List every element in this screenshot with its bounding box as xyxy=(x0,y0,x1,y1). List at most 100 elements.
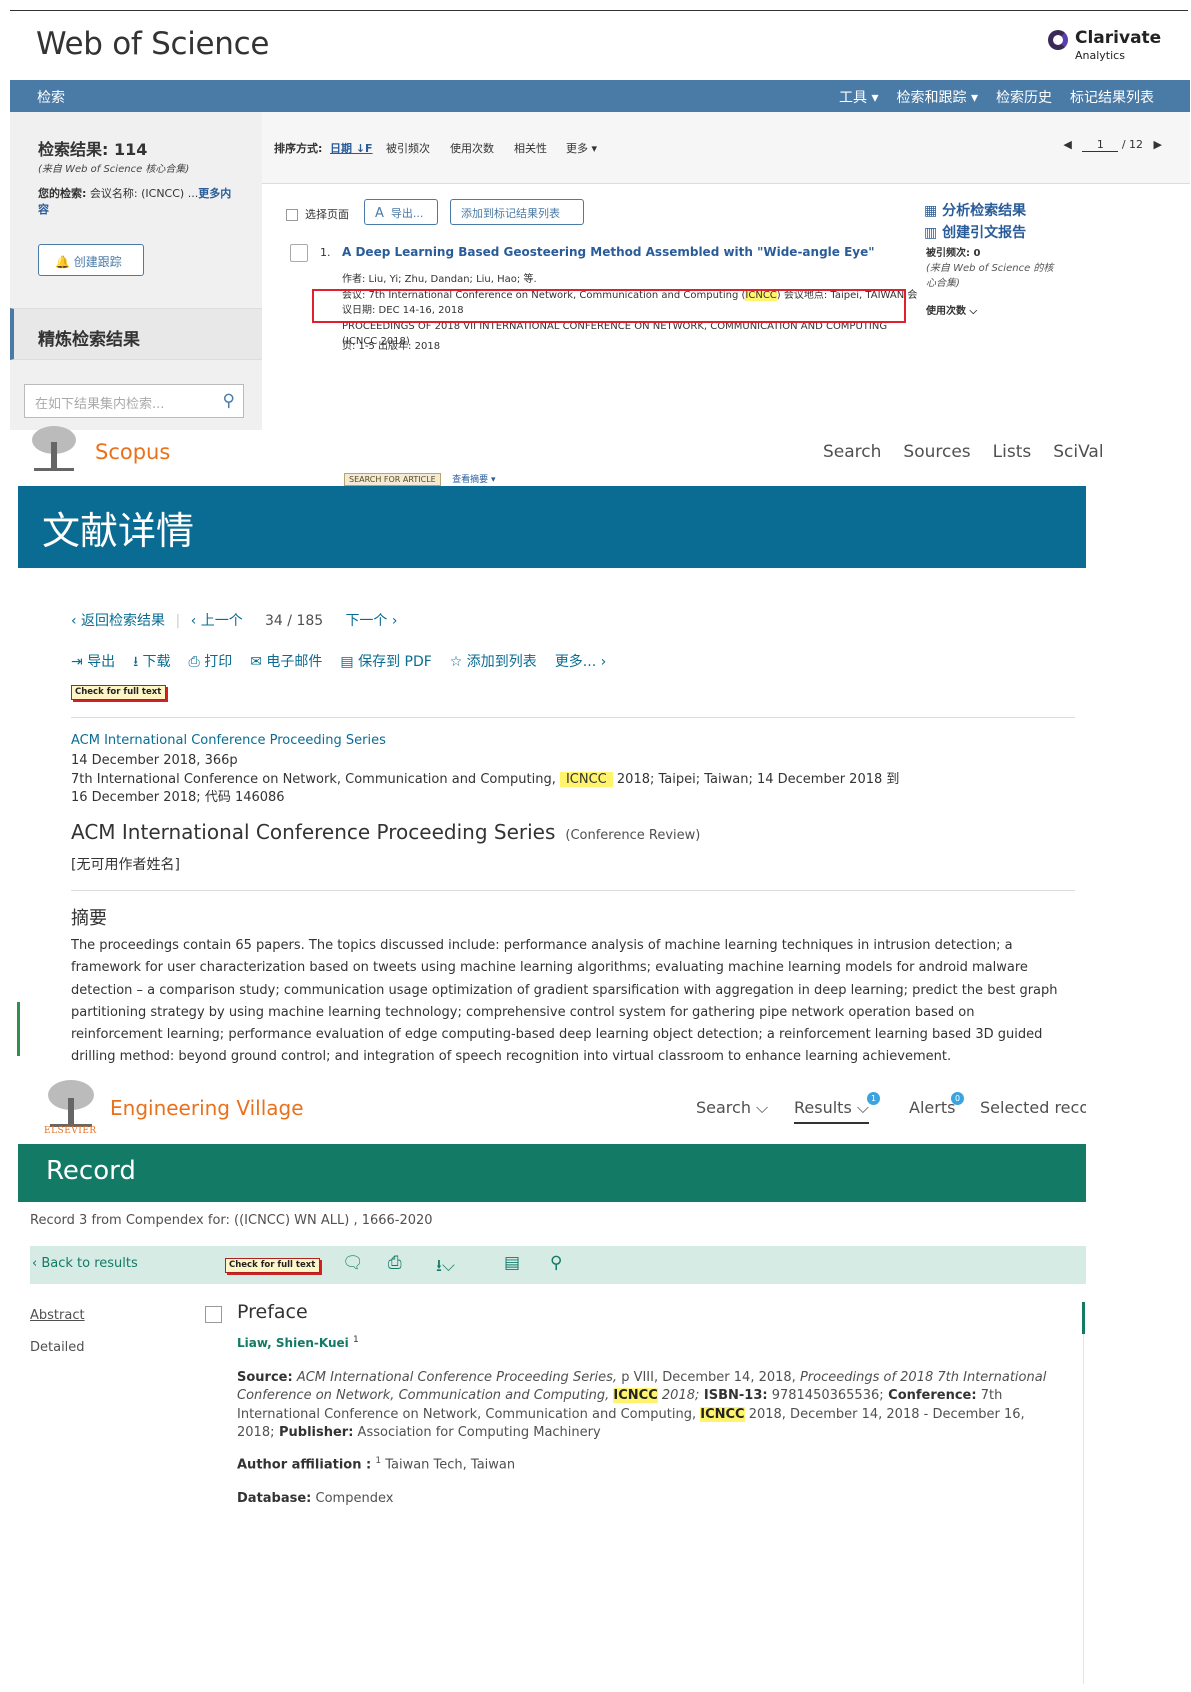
clarivate-name: Clarivate xyxy=(1075,28,1162,48)
download-icon[interactable]: ⭳⌵ xyxy=(436,1253,455,1282)
elsevier-logo-text: ELSEVIER xyxy=(44,1126,97,1136)
abstract-heading: 摘要 xyxy=(71,908,107,929)
author-link[interactable]: Liaw, Shien-Kuei 1 xyxy=(237,1335,359,1350)
export-button[interactable]: A 导出... xyxy=(364,199,438,225)
isbn-value: 9781450365536; xyxy=(767,1388,884,1404)
record-info: Record 3 from Compendex for: ((ICNCC) WN… xyxy=(30,1213,433,1228)
record-title: Preface xyxy=(237,1301,308,1323)
nav-search[interactable]: Search ⌵ xyxy=(696,1098,768,1118)
search-icon[interactable]: ⚲ xyxy=(550,1253,562,1273)
select-page-checkbox[interactable] xyxy=(286,209,298,221)
analysis-links: ▦ 分析检索结果 ▥ 创建引文报告 xyxy=(924,200,1026,244)
record-title-link[interactable]: A Deep Learning Based Geosteering Method… xyxy=(342,245,875,259)
elsevier-tree-icon xyxy=(32,426,76,471)
export-button[interactable]: ⇥ 导出 xyxy=(71,651,115,675)
nav-lists[interactable]: Lists xyxy=(993,442,1032,462)
authors: [无可用作者姓名] xyxy=(71,857,180,873)
record-checkbox[interactable] xyxy=(205,1306,222,1323)
menu-search[interactable]: 检索 xyxy=(37,87,65,107)
highlight-box xyxy=(312,289,906,323)
isbn-label: ISBN-13: xyxy=(699,1388,768,1404)
record-metrics: 被引频次: 0 (来自 Web of Science 的核心合集) 使用次数 ⌵ xyxy=(926,246,1062,319)
conference-label: Conference: xyxy=(883,1388,977,1404)
result-tools: 选择页面 A 导出... 添加到标记结果列表 ▦ 分析检索结果 ▥ 创建引文报告 xyxy=(262,184,1190,241)
next-link[interactable]: 下一个 › xyxy=(345,613,397,629)
scopus-panel: Scopus Search Sources Lists SciVal 文献详情 … xyxy=(0,420,1191,1070)
menu-marked-list[interactable]: 标记结果列表 xyxy=(1070,87,1154,107)
sort-relevance[interactable]: 相关性 xyxy=(514,140,547,156)
wos-logo[interactable]: Web of Science xyxy=(36,26,269,62)
comment-icon[interactable]: 🗨 xyxy=(342,1253,364,1273)
next-page-icon[interactable]: ▶ xyxy=(1154,138,1162,151)
conference-text: 7th International Conference on Network,… xyxy=(71,771,560,787)
clarivate-logo: Clarivate Analytics xyxy=(1048,28,1162,64)
divider xyxy=(71,890,1075,891)
menu-tools[interactable]: 工具 ▾ xyxy=(839,87,878,107)
sort-usage[interactable]: 使用次数 xyxy=(450,140,494,156)
elsevier-tree-icon xyxy=(48,1080,94,1127)
record-authors: 作者: Liu, Yi; Zhu, Dandan; Liu, Hao; 等. xyxy=(342,274,537,285)
menu-search-tracking[interactable]: 检索和跟踪 ▾ xyxy=(897,87,978,107)
sort-date[interactable]: 日期 ↓F xyxy=(330,140,373,156)
refine-results-heading: 精炼检索结果 xyxy=(10,308,262,360)
record-navigation: ‹ 返回检索结果 | ‹ 上一个 34 / 185 下一个 › xyxy=(71,610,398,630)
wos-menu-bar: 检索 工具 ▾ 检索和跟踪 ▾ 检索历史 标记结果列表 xyxy=(10,80,1190,112)
record-checkbox[interactable] xyxy=(290,244,308,262)
tab-detailed[interactable]: Detailed xyxy=(30,1332,85,1364)
select-page[interactable]: 选择页面 xyxy=(286,206,349,222)
print-icon[interactable]: ⎙ xyxy=(388,1253,402,1273)
export-icon: A xyxy=(375,206,384,221)
nav-search[interactable]: Search xyxy=(823,442,881,462)
previous-link[interactable]: ‹ 上一个 xyxy=(191,613,243,629)
add-to-marked-button[interactable]: 添加到标记结果列表 xyxy=(450,199,584,225)
back-to-results-link[interactable]: ‹ Back to results xyxy=(32,1256,138,1271)
query-summary: 您的检索: 会议名称: (ICNCC) ...更多内容 xyxy=(38,186,238,218)
source-title-link[interactable]: ACM International Conference Proceeding … xyxy=(71,733,386,748)
author-name[interactable]: Liaw, Shien-Kuei xyxy=(237,1336,349,1350)
bell-icon: 🔔 xyxy=(55,255,70,269)
citation-report-link[interactable]: ▥ 创建引文报告 xyxy=(924,222,1026,244)
analyze-results-link[interactable]: ▦ 分析检索结果 xyxy=(924,200,1026,222)
print-button[interactable]: ⎙ 打印 xyxy=(189,651,233,675)
ev-logo[interactable]: Engineering Village xyxy=(110,1096,304,1120)
bar-chart-icon: ▦ xyxy=(924,203,938,219)
prev-page-icon[interactable]: ◀ xyxy=(1063,138,1071,151)
clarivate-icon xyxy=(1048,30,1068,50)
sort-bar: 排序方式: 日期 ↓F 被引频次 使用次数 相关性 更多 ▾ ◀ 1 / 12 … xyxy=(262,112,1190,184)
email-button[interactable]: ✉ 电子邮件 xyxy=(250,651,322,675)
menu-search-history[interactable]: 检索历史 xyxy=(996,87,1052,107)
alerts-badge: 0 xyxy=(951,1092,964,1105)
section-indicator xyxy=(1082,1302,1085,1334)
tab-abstract[interactable]: Abstract xyxy=(30,1300,85,1332)
add-to-list-button[interactable]: ☆ 添加到列表 xyxy=(450,651,537,675)
check-full-text-button[interactable]: Check for full text xyxy=(225,1258,321,1273)
nav-results[interactable]: Results ⌵ xyxy=(794,1098,869,1124)
create-alert-button[interactable]: 🔔 创建跟踪 xyxy=(38,244,144,276)
scopus-banner: 文献详情 xyxy=(18,486,1086,568)
select-page-label: 选择页面 xyxy=(305,208,349,221)
sort-times-cited[interactable]: 被引频次 xyxy=(386,140,430,156)
divider xyxy=(71,717,1075,718)
scopus-logo[interactable]: Scopus xyxy=(95,440,170,464)
source-label: Source: xyxy=(237,1370,293,1385)
page-input[interactable]: 1 xyxy=(1082,138,1119,152)
save-icon[interactable]: ▤ xyxy=(504,1253,520,1273)
results-source: (来自 Web of Science 核心合集) xyxy=(38,164,190,175)
nav-scival[interactable]: SciVal xyxy=(1053,442,1103,462)
usage-count-toggle[interactable]: 使用次数 ⌵ xyxy=(926,304,1062,319)
nav-sources[interactable]: Sources xyxy=(903,442,970,462)
nav-selected-records[interactable]: Selected records xyxy=(980,1098,1086,1117)
query-value: 会议名称: (ICNCC) ... xyxy=(86,187,199,200)
nav-alerts[interactable]: Alerts xyxy=(909,1098,955,1117)
source-details: 14 December 2018, 366p 7th International… xyxy=(71,752,901,808)
download-button[interactable]: ⭳ 下载 xyxy=(133,651,170,675)
sort-more[interactable]: 更多 ▾ xyxy=(566,140,597,156)
search-icon[interactable]: ⚲ xyxy=(223,391,235,411)
save-pdf-button[interactable]: ▤ 保存到 PDF xyxy=(340,651,431,675)
more-button[interactable]: 更多... › xyxy=(555,651,606,675)
back-to-results-link[interactable]: ‹ 返回检索结果 xyxy=(71,613,165,629)
affiliation-value: Taiwan Tech, Taiwan xyxy=(381,1457,516,1473)
divider xyxy=(10,10,1188,11)
refine-search-input[interactable]: 在如下结果集内检索... ⚲ xyxy=(24,384,244,418)
check-full-text-button[interactable]: Check for full text xyxy=(71,685,167,700)
